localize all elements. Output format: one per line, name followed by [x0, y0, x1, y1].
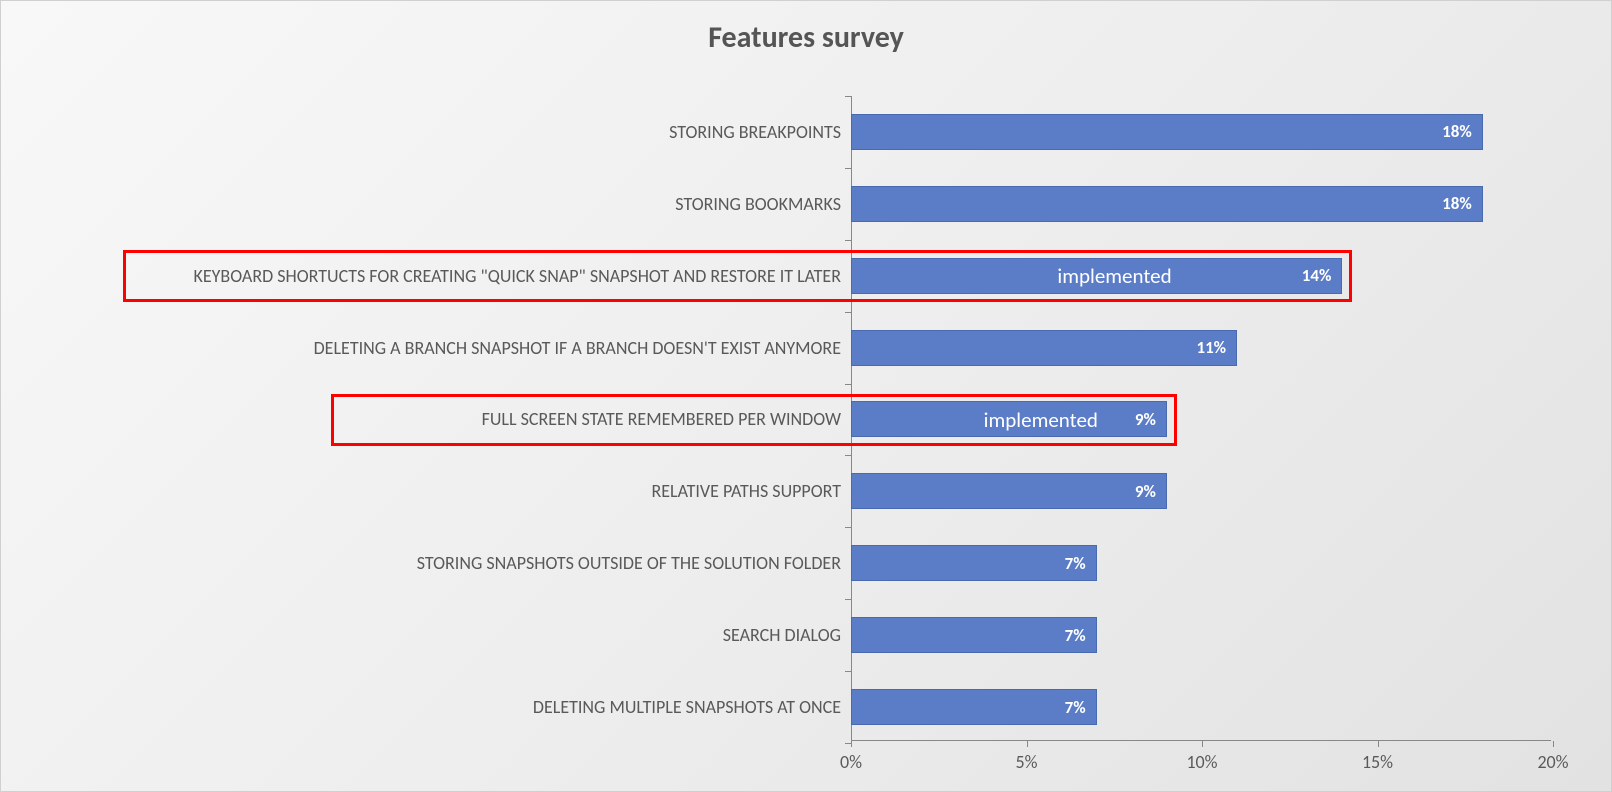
- category-label: STORING SNAPSHOTS OUTSIDE OF THE SOLUTIO…: [417, 527, 841, 599]
- bar-value-label: 18%: [1442, 193, 1472, 214]
- bar: 7%: [851, 617, 1097, 653]
- bar-row: DELETING MULTIPLE SNAPSHOTS AT ONCE 7%: [1, 671, 1611, 743]
- highlight-box: [331, 394, 1177, 446]
- bar-value-label: 9%: [1135, 481, 1156, 502]
- x-tick-label: 5%: [1016, 751, 1038, 773]
- category-label: DELETING A BRANCH SNAPSHOT IF A BRANCH D…: [314, 312, 841, 384]
- bar-value-label: 7%: [1065, 553, 1086, 574]
- chart-title: Features survey: [1, 19, 1611, 56]
- bar-value-label: 18%: [1442, 121, 1472, 142]
- category-label: SEARCH DIALOG: [723, 599, 841, 671]
- bar-row: STORING BREAKPOINTS 18%: [1, 96, 1611, 168]
- bar-value-label: 11%: [1196, 337, 1226, 358]
- bar-row: DELETING A BRANCH SNAPSHOT IF A BRANCH D…: [1, 312, 1611, 384]
- x-tick-label: 20%: [1537, 751, 1568, 773]
- bar: 18%: [851, 186, 1483, 222]
- category-label: DELETING MULTIPLE SNAPSHOTS AT ONCE: [533, 671, 841, 743]
- chart-container: Features survey 0% 5% 10% 15% 20% STORING BR…: [0, 0, 1612, 792]
- bar: 7%: [851, 545, 1097, 581]
- category-label: RELATIVE PATHS SUPPORT: [651, 455, 841, 527]
- bar-row: SEARCH DIALOG 7%: [1, 599, 1611, 671]
- bar-row: RELATIVE PATHS SUPPORT 9%: [1, 455, 1611, 527]
- y-tick: [845, 743, 851, 744]
- bar-value-label: 7%: [1065, 625, 1086, 646]
- bar: 18%: [851, 114, 1483, 150]
- x-tick-label: 15%: [1362, 751, 1393, 773]
- bar-row: STORING BOOKMARKS 18%: [1, 168, 1611, 240]
- category-label: STORING BOOKMARKS: [675, 168, 841, 240]
- bar-value-label: 7%: [1065, 697, 1086, 718]
- bar: 7%: [851, 689, 1097, 725]
- x-tick-label: 0%: [840, 751, 862, 773]
- bar: 11%: [851, 330, 1237, 366]
- bar: 9%: [851, 473, 1167, 509]
- x-tick-label: 10%: [1186, 751, 1217, 773]
- bar-row: STORING SNAPSHOTS OUTSIDE OF THE SOLUTIO…: [1, 527, 1611, 599]
- category-label: STORING BREAKPOINTS: [669, 96, 841, 168]
- highlight-box: [123, 250, 1352, 302]
